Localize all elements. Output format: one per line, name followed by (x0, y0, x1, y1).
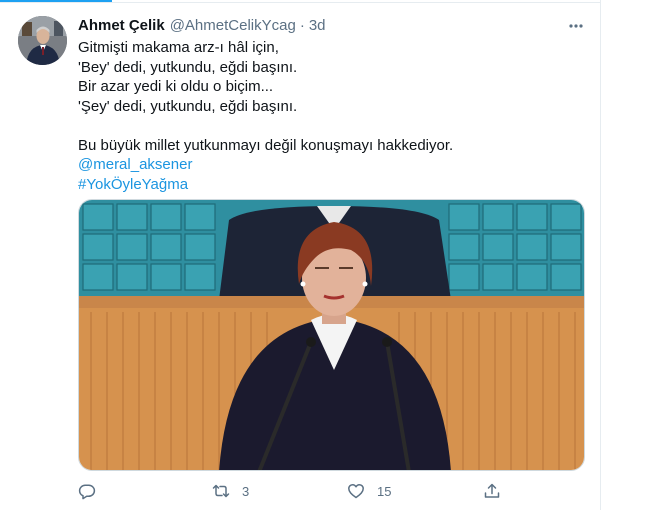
tweet-line: 'Şey' dedi, yutkundu, eğdi başını. (78, 97, 298, 115)
author-name[interactable]: Ahmet Çelik (78, 17, 165, 34)
share-button[interactable] (483, 480, 501, 502)
share-icon (484, 483, 500, 498)
mention-link[interactable]: @meral_aksener (78, 155, 583, 175)
tweet-media[interactable] (78, 199, 585, 471)
tweet-timestamp[interactable]: 3d (309, 17, 326, 34)
tweet-line: Gitmişti makama arz-ı hâl için, (78, 39, 279, 56)
avatar-image (18, 16, 67, 65)
retweet-icon (212, 484, 230, 498)
tweet-text: Gitmişti makama arz-ı hâl için, 'Bey' de… (78, 38, 583, 194)
tweet-line: Bir azar yedi ki oldu o biçim... (78, 78, 274, 95)
like-count: 15 (377, 483, 392, 499)
avatar[interactable] (18, 16, 67, 65)
retweet-count: 3 (242, 483, 250, 499)
author-handle[interactable]: @AhmetCelikYcag (170, 17, 296, 34)
media-image (79, 200, 584, 470)
hashtag-link[interactable]: #YokÖyleYağma (78, 175, 583, 195)
more-options-icon (569, 24, 583, 28)
tweet-actions: 3 15 (78, 480, 588, 502)
tweet-line: 'Bey' dedi, yutkundu, eğdi başını. (78, 58, 298, 76)
top-divider (0, 2, 600, 3)
tweet-line: Bu büyük millet yutkunmayı değil konuşma… (78, 136, 454, 154)
retweet-button[interactable]: 3 (212, 480, 249, 502)
heart-icon (348, 483, 364, 499)
reply-icon (78, 484, 96, 500)
column-border (600, 0, 601, 510)
header-separator: · (299, 17, 305, 34)
tweet-header: Ahmet Çelik @AhmetCelikYcag · 3d (78, 16, 326, 36)
reply-button[interactable] (78, 480, 96, 502)
like-button[interactable]: 15 (347, 480, 391, 502)
more-options-button[interactable] (566, 16, 586, 36)
